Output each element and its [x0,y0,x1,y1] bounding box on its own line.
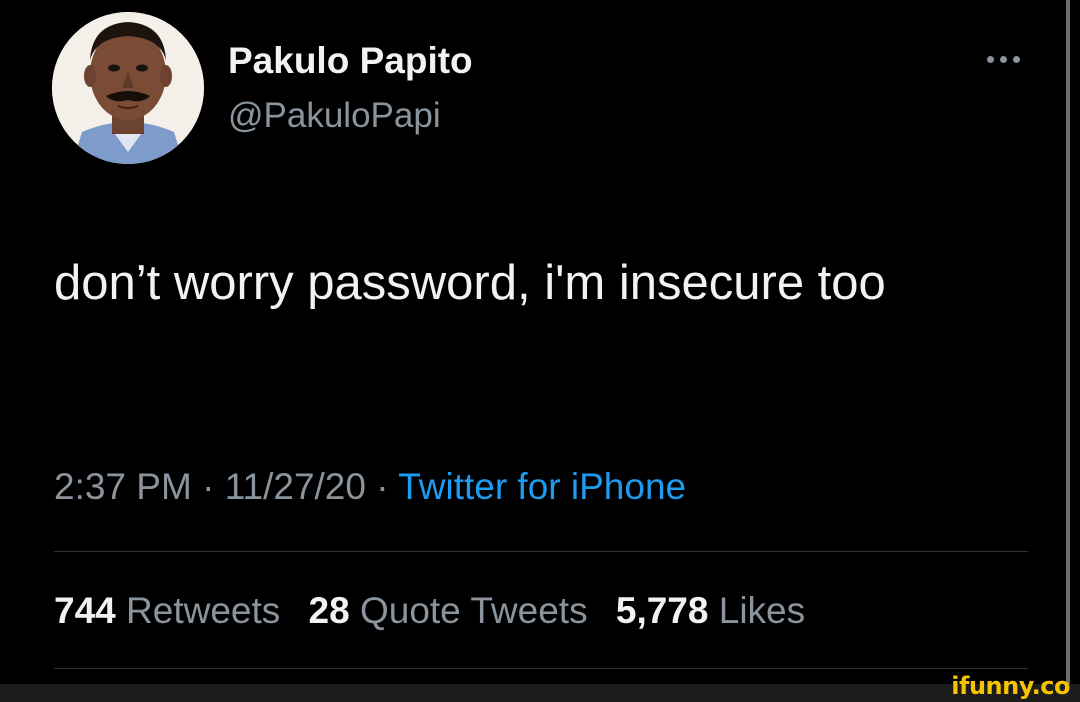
likes-label: Likes [718,590,806,631]
retweets-stat[interactable]: 744 Retweets [54,590,280,631]
bottom-bar [0,684,1080,702]
author-display-name[interactable]: Pakulo Papito [228,40,473,82]
quote-tweets-label: Quote Tweets [359,590,588,631]
divider [54,551,1028,552]
tweet-card: Pakulo Papito @PakuloPapi don’t worry pa… [0,0,1080,702]
divider [54,668,1028,669]
tweet-meta: 2:37 PM · 11/27/20 · Twitter for iPhone [54,466,686,508]
likes-count: 5,778 [615,590,709,631]
profile-photo-icon [52,12,204,164]
ellipsis-icon-dot [999,55,1007,63]
meta-separator: · [191,466,225,507]
retweets-label: Retweets [126,590,281,631]
retweets-count: 744 [54,590,116,631]
tweet-time[interactable]: 2:37 PM [54,466,192,507]
avatar[interactable] [52,12,204,164]
more-options-button[interactable] [978,44,1028,74]
tweet-stats: 744 Retweets 28 Quote Tweets 5,778 Likes [54,590,823,632]
ellipsis-icon-dot [1012,55,1020,63]
quote-tweets-count: 28 [308,590,350,631]
watermark-logo: ifunny.co [951,672,1070,700]
scrollbar[interactable] [1066,0,1070,684]
quote-tweets-stat[interactable]: 28 Quote Tweets [309,590,588,631]
ellipsis-icon [986,55,994,63]
likes-stat[interactable]: 5,778 Likes [616,590,805,631]
tweet-source-link[interactable]: Twitter for iPhone [398,466,686,507]
meta-separator: · [365,466,399,507]
tweet-text: don’t worry password, i'm insecure too [54,256,886,310]
author-handle[interactable]: @PakuloPapi [228,96,441,136]
tweet-date[interactable]: 11/27/20 [225,466,366,507]
